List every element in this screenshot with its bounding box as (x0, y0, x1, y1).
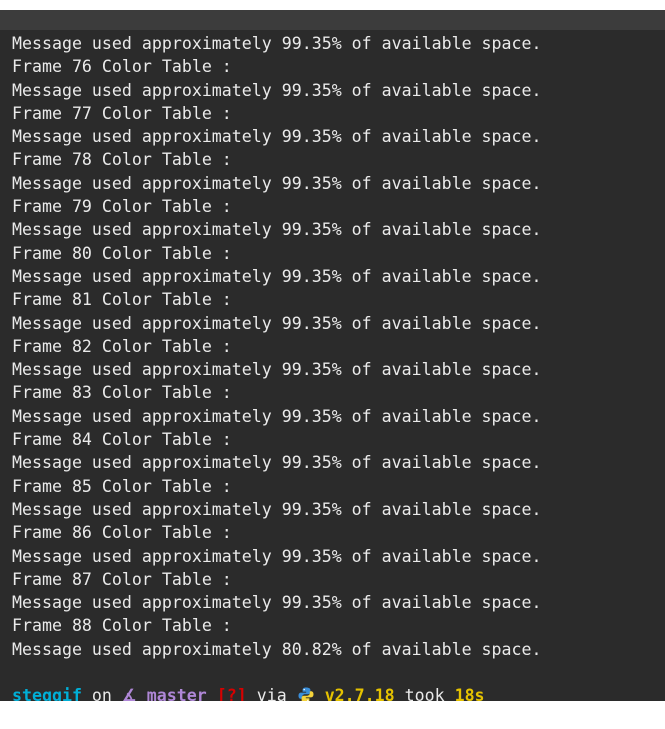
output-line: Message used approximately 99.35% of ava… (12, 593, 542, 613)
output-line: Frame 84 Color Table : (12, 430, 232, 450)
output-line: Message used approximately 99.35% of ava… (12, 266, 542, 286)
prompt-via-word: via (246, 686, 297, 701)
output-line: Message used approximately 99.35% of ava… (12, 360, 542, 380)
output-line: Message used approximately 99.35% of ava… (12, 499, 542, 519)
prompt-python-version: v2.7.18 (324, 686, 395, 701)
prompt-on-word: on (81, 686, 122, 701)
git-branch-icon: ∡ (121, 686, 137, 701)
output-line: Frame 76 Color Table : (12, 57, 232, 77)
output-line: Message used approximately 99.35% of ava… (12, 220, 542, 240)
output-line: Frame 79 Color Table : (12, 197, 232, 217)
prompt-took-word: took (394, 686, 455, 701)
output-line: Frame 87 Color Table : (12, 569, 232, 589)
output-line: Frame 82 Color Table : (12, 336, 232, 356)
terminal-output: Message used approximately 99.35% of ava… (12, 32, 660, 701)
output-line: Frame 86 Color Table : (12, 523, 232, 543)
prompt-git-status: [?] (216, 686, 247, 701)
python-icon (298, 687, 314, 701)
output-line: Message used approximately 99.35% of ava… (12, 453, 542, 473)
terminal-window[interactable]: Message used approximately 99.35% of ava… (0, 10, 665, 701)
prompt-duration: 18s (454, 686, 485, 701)
output-line: Message used approximately 99.35% of ava… (12, 34, 542, 53)
prompt-git-branch: master (146, 686, 207, 701)
output-line: Frame 78 Color Table : (12, 150, 232, 170)
output-line: Message used approximately 99.35% of ava… (12, 127, 542, 147)
output-line: Frame 83 Color Table : (12, 383, 232, 403)
output-line: Frame 80 Color Table : (12, 243, 232, 263)
output-line: Message used approximately 99.35% of ava… (12, 546, 542, 566)
output-line: Message used approximately 99.35% of ava… (12, 313, 542, 333)
terminal-titlebar (0, 10, 665, 30)
output-line: Message used approximately 99.35% of ava… (12, 173, 542, 193)
shell-prompt-status: steggif on ∡ master [?] via v2.7.18 took… (12, 684, 660, 701)
output-line: Frame 77 Color Table : (12, 103, 232, 123)
output-line: Message used approximately 99.35% of ava… (12, 80, 542, 100)
prompt-directory: steggif (12, 686, 82, 701)
output-line: Message used approximately 99.35% of ava… (12, 406, 542, 426)
output-line: Frame 85 Color Table : (12, 476, 232, 496)
output-line: Message used approximately 80.82% of ava… (12, 639, 542, 659)
output-line: Frame 81 Color Table : (12, 290, 232, 310)
output-line: Frame 88 Color Table : (12, 616, 232, 636)
